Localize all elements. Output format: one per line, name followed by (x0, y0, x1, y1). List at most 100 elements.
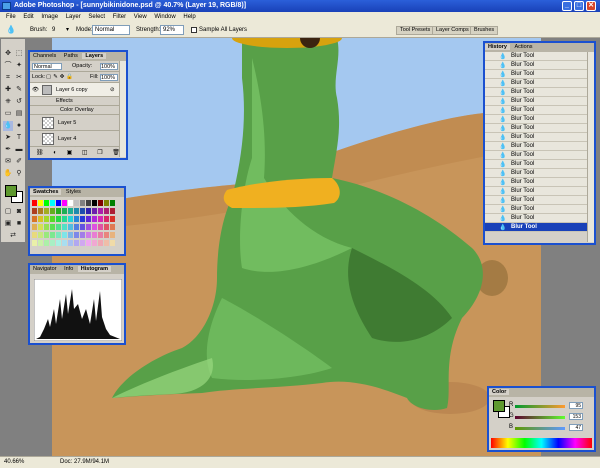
color-swatch[interactable] (56, 200, 61, 206)
menu-edit[interactable]: Edit (23, 14, 33, 20)
color-swatch[interactable] (56, 232, 61, 238)
history-item[interactable]: 💧 Blur Tool (485, 214, 587, 223)
tab-swatches[interactable]: Swatches (30, 189, 62, 195)
history-item[interactable]: 💧 Blur Tool (485, 196, 587, 205)
color-swatch[interactable] (98, 216, 103, 222)
dodge-tool-icon[interactable]: ● (14, 121, 24, 131)
color-swatch[interactable] (86, 200, 91, 206)
history-item[interactable]: 💧 Blur Tool (485, 178, 587, 187)
color-overlay-row[interactable]: Color Overlay (30, 106, 126, 115)
foreground-color-swatch[interactable] (5, 185, 17, 197)
tab-paths[interactable]: Paths (61, 53, 81, 59)
tab-actions[interactable]: Actions (511, 44, 535, 50)
blend-mode-select[interactable]: Normal (32, 63, 62, 70)
color-swatch[interactable] (32, 232, 37, 238)
color-swatch[interactable] (74, 240, 79, 246)
color-swatch[interactable] (56, 224, 61, 230)
layer-row[interactable]: Layer 5 (30, 115, 126, 131)
zoom-level[interactable]: 40.66% (4, 457, 24, 468)
color-swatch[interactable] (56, 216, 61, 222)
color-swatch[interactable] (86, 208, 91, 214)
tab-layer-comps[interactable]: Layer Comps (432, 26, 473, 35)
color-swatch[interactable] (92, 208, 97, 214)
tab-history[interactable]: History (485, 44, 510, 50)
color-swatch[interactable] (44, 240, 49, 246)
screen-mode-icon[interactable]: ▣ (3, 219, 13, 229)
swatch-grid[interactable] (32, 200, 118, 250)
eyedropper-tool-icon[interactable]: ✐ (14, 157, 24, 167)
mode-select[interactable]: Normal (92, 25, 130, 35)
color-swatch[interactable] (68, 200, 73, 206)
color-swatch[interactable] (98, 240, 103, 246)
b-input[interactable]: 47 (569, 424, 583, 431)
history-item[interactable]: 💧 Blur Tool (485, 142, 587, 151)
gradient-tool-icon[interactable]: ▤ (14, 109, 24, 119)
crop-tool-icon[interactable]: ⌗ (3, 73, 13, 83)
color-swatch[interactable] (68, 232, 73, 238)
color-swatch[interactable] (86, 224, 91, 230)
color-swatch[interactable] (38, 232, 43, 238)
color-swatch[interactable] (50, 232, 55, 238)
menu-filter[interactable]: Filter (113, 14, 126, 20)
color-swatch[interactable] (92, 240, 97, 246)
color-swatch[interactable] (74, 232, 79, 238)
history-item[interactable]: 💧 Blur Tool (485, 106, 587, 115)
color-swatch[interactable] (104, 216, 109, 222)
color-swatch[interactable] (74, 224, 79, 230)
history-item[interactable]: 💧 Blur Tool (485, 133, 587, 142)
history-item[interactable]: 💧 Blur Tool (485, 169, 587, 178)
history-item[interactable]: 💧 Blur Tool (485, 151, 587, 160)
layer-buttons[interactable]: ⛓ ◐ ▣ ◫ ❐ 🗑 (36, 149, 124, 156)
opacity-input[interactable]: 100% (100, 63, 118, 70)
close-button[interactable]: ✕ (586, 1, 596, 11)
color-swatch[interactable] (80, 232, 85, 238)
color-swatch[interactable] (44, 224, 49, 230)
color-swatch[interactable] (104, 208, 109, 214)
full-screen-icon[interactable]: ■ (14, 219, 24, 229)
color-swatch[interactable] (38, 224, 43, 230)
layer-row[interactable]: 👁 Layer 6 copy ⊘ (30, 83, 126, 97)
color-swatch[interactable] (44, 232, 49, 238)
tab-channels[interactable]: Channels (30, 53, 59, 59)
color-swatch[interactable] (74, 208, 79, 214)
color-swatch[interactable] (98, 224, 103, 230)
history-item[interactable]: 💧 Blur Tool (485, 52, 587, 61)
effects-row[interactable]: Effects (30, 97, 126, 106)
color-swatch[interactable] (74, 200, 79, 206)
color-swatch[interactable] (110, 232, 115, 238)
color-swatch[interactable] (104, 240, 109, 246)
color-swatch[interactable] (68, 240, 73, 246)
history-item[interactable]: 💧 Blur Tool (485, 79, 587, 88)
color-swatch[interactable] (38, 216, 43, 222)
lock-icons[interactable]: ▢✎✥🔒 (46, 72, 75, 83)
history-item[interactable]: 💧 Blur Tool (485, 187, 587, 196)
menu-image[interactable]: Image (41, 14, 58, 20)
quick-mask-icon[interactable]: ◙ (14, 207, 24, 217)
color-swatch[interactable] (92, 232, 97, 238)
clone-stamp-icon[interactable]: ⎈ (3, 97, 13, 107)
color-swatch[interactable] (92, 200, 97, 206)
color-swatch[interactable] (32, 224, 37, 230)
magic-wand-tool-icon[interactable]: ✦ (14, 61, 24, 71)
path-selection-icon[interactable]: ➤ (3, 133, 13, 143)
color-swatch[interactable] (56, 208, 61, 214)
layers-scrollbar[interactable] (119, 61, 126, 157)
history-item[interactable]: 💧 Blur Tool (485, 124, 587, 133)
color-swatch[interactable] (62, 200, 67, 206)
shape-tool-icon[interactable]: ▬ (14, 145, 24, 155)
history-item[interactable]: 💧 Blur Tool (485, 88, 587, 97)
color-swatch[interactable] (50, 240, 55, 246)
color-swatch[interactable] (98, 200, 103, 206)
color-swatch[interactable] (110, 208, 115, 214)
r-input[interactable]: 95 (569, 402, 583, 409)
color-swatch[interactable] (32, 208, 37, 214)
tab-styles[interactable]: Styles (63, 189, 84, 195)
pen-tool-icon[interactable]: ✒ (3, 145, 13, 155)
notes-tool-icon[interactable]: ✉ (3, 157, 13, 167)
brush-size[interactable]: 9 (52, 26, 55, 34)
color-swatch[interactable] (98, 208, 103, 214)
history-item[interactable]: 💧 Blur Tool (485, 160, 587, 169)
color-swatch[interactable] (86, 232, 91, 238)
brush-tool-icon[interactable]: ✎ (14, 85, 24, 95)
g-slider[interactable] (515, 416, 565, 419)
